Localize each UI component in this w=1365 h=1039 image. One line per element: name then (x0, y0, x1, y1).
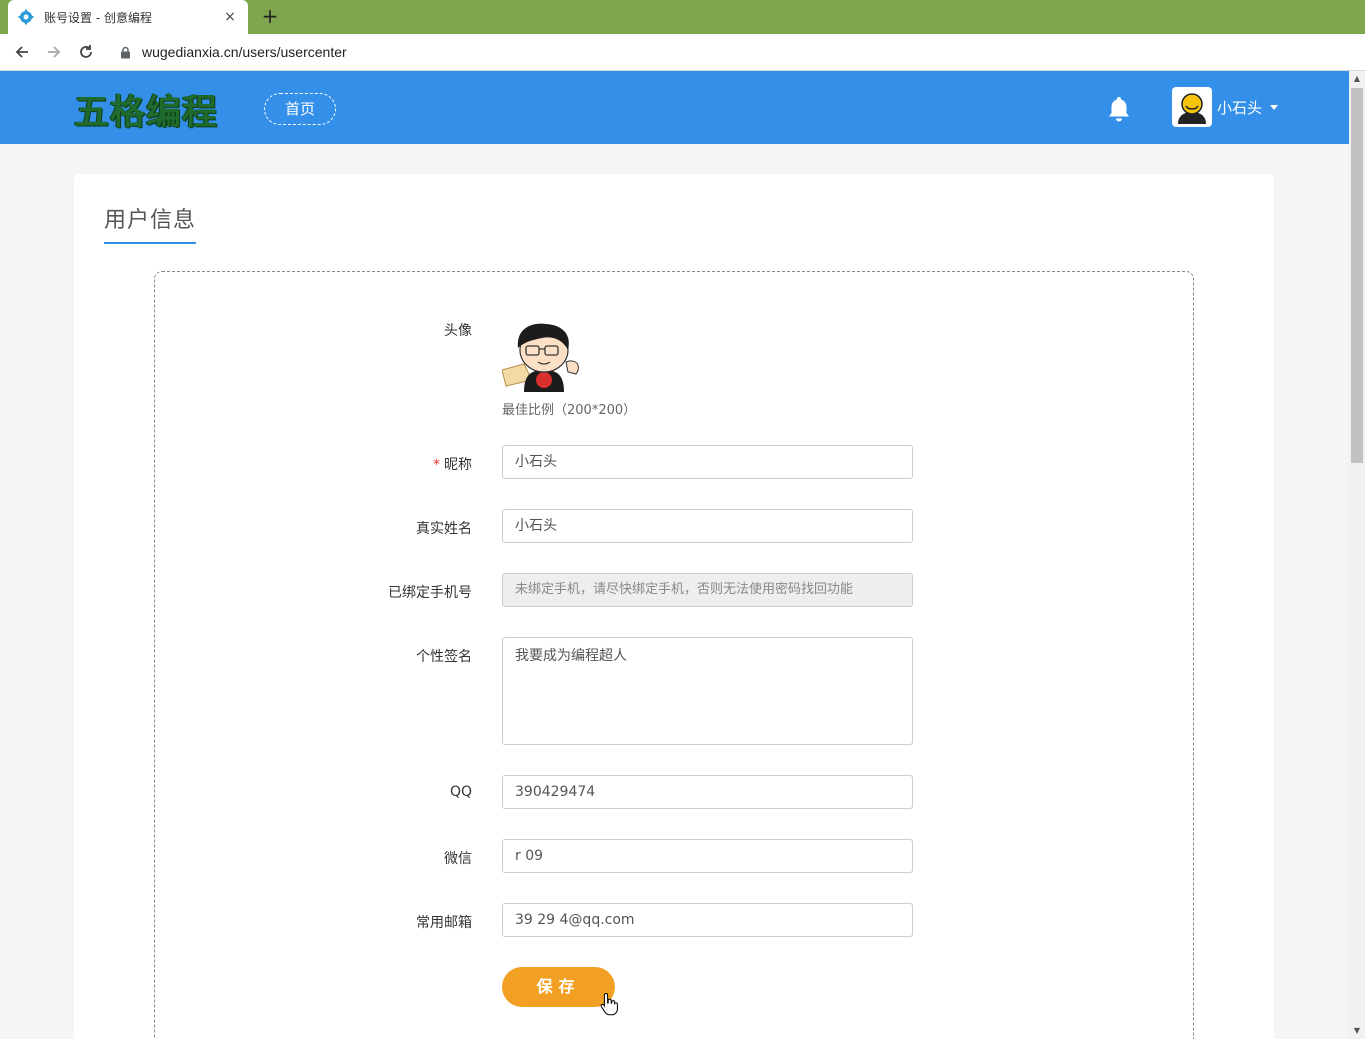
user-info-card: 用户信息 头像 最佳比例（200*200） * 昵称 小石头 真实姓名 小石头 … (74, 174, 1274, 1039)
chevron-down-icon (1270, 104, 1279, 110)
lock-icon (120, 45, 132, 59)
close-tab-icon[interactable]: × (222, 9, 238, 25)
tab-title: 账号设置 - 创意编程 (44, 10, 152, 25)
bell-icon[interactable] (1106, 95, 1132, 123)
site-logo[interactable]: 五格编程 (74, 84, 218, 135)
wechat-input[interactable]: r 09 (502, 839, 913, 873)
scrollbar-thumb[interactable] (1351, 88, 1363, 463)
qq-input[interactable]: 390429474 (502, 775, 913, 809)
avatar-label: 头像 (444, 323, 472, 339)
page-viewport: 五格编程 首页 小石头 用户信息 头像 最佳比例（200*200） * 昵称 小… (0, 71, 1349, 1039)
site-header: 五格编程 首页 小石头 (0, 71, 1349, 144)
url-field[interactable]: wugedianxia.cn/users/usercenter (108, 38, 1365, 66)
browser-tab-bar: 账号设置 - 创意编程 × + (0, 0, 1365, 34)
url-text: wugedianxia.cn/users/usercenter (142, 44, 347, 60)
user-name: 小石头 (1217, 98, 1263, 117)
required-asterisk: * (433, 457, 440, 473)
user-info-form: 头像 最佳比例（200*200） * 昵称 小石头 真实姓名 小石头 已绑定手机… (154, 271, 1194, 1039)
forward-arrow-icon[interactable] (43, 41, 65, 63)
avatar (1172, 87, 1212, 127)
wechat-label: 微信 (444, 851, 472, 867)
home-button[interactable]: 首页 (264, 93, 336, 125)
email-label: 常用邮箱 (416, 915, 472, 931)
realname-input[interactable]: 小石头 (502, 509, 913, 543)
address-bar: wugedianxia.cn/users/usercenter (0, 34, 1365, 71)
gear-icon (18, 9, 34, 25)
qq-label: QQ (449, 784, 472, 800)
page-title: 用户信息 (104, 202, 197, 244)
scroll-up-icon[interactable]: ▲ (1349, 71, 1365, 87)
page-scrollbar[interactable]: ▲ ▼ (1349, 71, 1365, 1039)
nickname-label-text: 昵称 (444, 457, 472, 473)
avatar-hint: 最佳比例（200*200） (502, 403, 637, 418)
back-arrow-icon[interactable] (11, 41, 33, 63)
save-button[interactable]: 保存 (502, 967, 615, 1007)
nickname-input[interactable]: 小石头 (502, 445, 913, 479)
email-input[interactable]: 39 29 4@qq.com (502, 903, 913, 937)
reload-icon[interactable] (75, 41, 97, 63)
phone-input: 未绑定手机，请尽快绑定手机，否则无法使用密码找回功能 (502, 573, 913, 607)
signature-label: 个性签名 (416, 649, 472, 665)
new-tab-button[interactable]: + (258, 4, 282, 28)
realname-label: 真实姓名 (416, 521, 472, 537)
hand-cursor-icon (600, 992, 618, 1016)
browser-tab[interactable]: 账号设置 - 创意编程 × (8, 0, 248, 34)
nickname-label: * 昵称 (302, 454, 472, 474)
user-menu[interactable]: 小石头 (1172, 87, 1279, 127)
phone-label: 已绑定手机号 (388, 585, 472, 601)
signature-textarea[interactable]: 我要成为编程超人 (502, 637, 913, 745)
profile-avatar-image[interactable] (501, 322, 584, 392)
scroll-down-icon[interactable]: ▼ (1349, 1023, 1365, 1039)
